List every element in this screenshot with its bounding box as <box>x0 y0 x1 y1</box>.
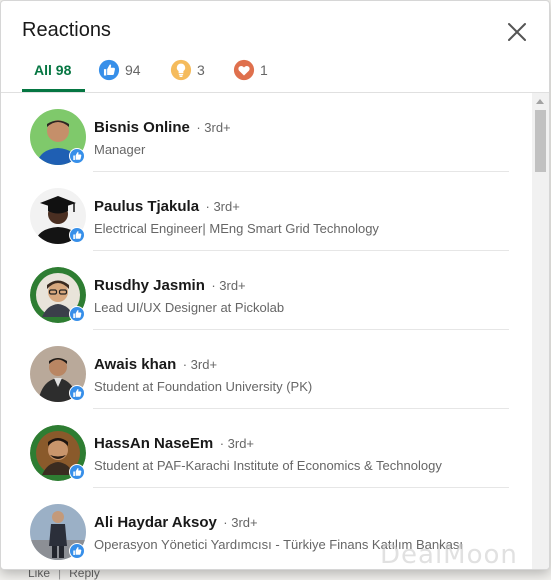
connection-degree: · 3rd+ <box>196 120 231 135</box>
reactor-row[interactable]: Awais khan · 3rd+ Student at Foundation … <box>1 330 531 409</box>
reactor-name-line: Bisnis Online · 3rd+ <box>94 119 231 137</box>
reactor-row[interactable]: Bisnis Online · 3rd+ Manager <box>1 93 531 172</box>
watermark: DealMoon <box>380 540 518 570</box>
like-badge-icon <box>69 148 85 164</box>
connection-degree: · 3rd+ <box>205 199 240 214</box>
tab-all-label: All 98 <box>34 61 72 78</box>
like-badge-icon <box>69 306 85 322</box>
scrollbar[interactable] <box>532 93 549 569</box>
reactor-row[interactable]: Rusdhy Jasmin · 3rd+ Lead UI/UX Designer… <box>1 251 531 330</box>
reactor-name[interactable]: Awais khan <box>94 356 176 373</box>
scroll-up-arrow-icon[interactable] <box>536 99 544 104</box>
modal-header: Reactions <box>1 1 549 47</box>
reactor-name-line: Ali Haydar Aksoy · 3rd+ <box>94 514 258 532</box>
reactor-headline: Lead UI/UX Designer at Pickolab <box>94 300 285 315</box>
reactor-name[interactable]: Bisnis Online <box>94 119 190 136</box>
insightful-icon <box>170 59 192 80</box>
tab-insightful-count: 3 <box>197 61 205 78</box>
tab-like-count: 94 <box>125 61 141 78</box>
reactor-name-line: Awais khan · 3rd+ <box>94 356 217 374</box>
tab-like[interactable]: 94 <box>98 49 141 90</box>
reactor-name-line: HassAn NaseEm · 3rd+ <box>94 435 254 453</box>
reactor-name[interactable]: Paulus Tjakula <box>94 198 199 215</box>
like-icon <box>98 59 120 80</box>
scrollbar-thumb[interactable] <box>535 110 546 172</box>
tab-insightful[interactable]: 3 <box>170 49 205 90</box>
reactor-name-line: Rusdhy Jasmin · 3rd+ <box>94 277 246 295</box>
connection-degree: · 3rd+ <box>219 436 255 451</box>
tab-love-count: 1 <box>260 61 268 78</box>
reaction-tabs: All 98 94 3 1 <box>1 49 549 93</box>
like-badge-icon <box>69 227 85 243</box>
reactor-name[interactable]: Ali Haydar Aksoy <box>94 514 217 531</box>
reactor-row[interactable]: Paulus Tjakula · 3rd+ Electrical Enginee… <box>1 172 531 251</box>
connection-degree: · 3rd+ <box>182 357 218 372</box>
reactor-headline: Student at PAF-Karachi Institute of Econ… <box>94 458 442 473</box>
tab-love[interactable]: 1 <box>233 49 268 90</box>
connection-degree: · 3rd+ <box>223 515 258 530</box>
like-badge-icon <box>69 464 85 480</box>
connection-degree: · 3rd+ <box>211 278 246 293</box>
reactor-row[interactable]: HassAn NaseEm · 3rd+ Student at PAF-Kara… <box>1 409 531 488</box>
tab-all[interactable]: All 98 <box>22 49 85 92</box>
close-icon[interactable] <box>506 21 528 43</box>
love-icon <box>233 59 255 80</box>
reactor-list: Bisnis Online · 3rd+ Manager Paulus Tjak… <box>1 93 531 569</box>
reactor-headline: Student at Foundation University (PK) <box>94 379 313 394</box>
reactor-name[interactable]: HassAn NaseEm <box>94 435 213 452</box>
reactor-name[interactable]: Rusdhy Jasmin <box>94 277 205 294</box>
like-badge-icon <box>69 385 85 401</box>
reactor-headline: Electrical Engineer| MEng Smart Grid Tec… <box>94 221 379 236</box>
reactions-modal: Reactions All 98 94 3 1 Bisnis Online · … <box>0 0 550 570</box>
reactor-name-line: Paulus Tjakula · 3rd+ <box>94 198 240 216</box>
like-badge-icon <box>69 543 85 559</box>
modal-title: Reactions <box>22 19 111 41</box>
reactor-headline: Manager <box>94 142 146 157</box>
